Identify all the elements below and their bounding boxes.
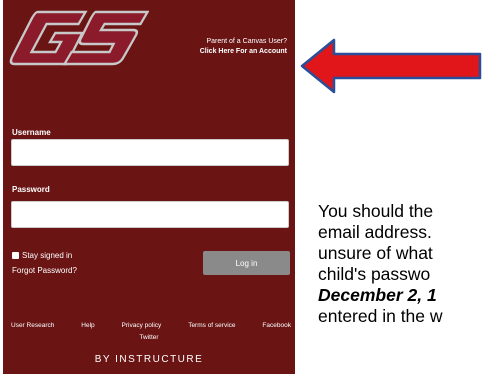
login-button[interactable]: Log in (203, 251, 290, 275)
login-panel: Parent of a Canvas User? Click Here For … (3, 0, 295, 374)
stay-signed-in-checkbox[interactable] (12, 252, 19, 259)
username-input[interactable] (11, 139, 289, 166)
instructions-line-1: You should the (318, 201, 434, 221)
footer-link-user-research[interactable]: User Research (11, 322, 54, 329)
password-input[interactable] (11, 201, 289, 228)
by-instructure-text: BY INSTRUCTURE (94, 354, 204, 365)
stay-signed-in-label: Stay signed in (22, 251, 73, 260)
parent-account-link-text[interactable]: Click Here For an Account (137, 47, 287, 57)
red-arrow-icon (300, 38, 482, 94)
instructions-line-2: email address. (318, 222, 432, 242)
stay-signed-in[interactable]: Stay signed in (12, 251, 72, 260)
instructions-line-6: entered in the w (318, 306, 443, 326)
forgot-password-link[interactable]: Forgot Password? (12, 266, 77, 275)
footer-link-twitter[interactable]: Twitter (3, 334, 295, 341)
instructions-text: You should the email address. unsure of … (318, 201, 485, 327)
password-label: Password (12, 185, 50, 194)
instructions-line-4: child's passwo (318, 264, 431, 284)
parent-question: Parent of a Canvas User? (206, 38, 287, 45)
username-label: Username (12, 128, 51, 137)
parent-account-link[interactable]: Parent of a Canvas User? Click Here For … (137, 37, 287, 57)
footer-links: User Research Help Privacy policy Terms … (11, 322, 291, 329)
footer-link-facebook[interactable]: Facebook (262, 322, 291, 329)
footer-link-terms[interactable]: Terms of service (188, 322, 235, 329)
gs-logo (9, 10, 149, 66)
footer-link-help[interactable]: Help (81, 322, 94, 329)
footer-link-privacy[interactable]: Privacy policy (122, 322, 162, 329)
instructions-line-3: unsure of what (318, 243, 433, 263)
instructions-line-5: December 2, 1 (318, 285, 437, 305)
